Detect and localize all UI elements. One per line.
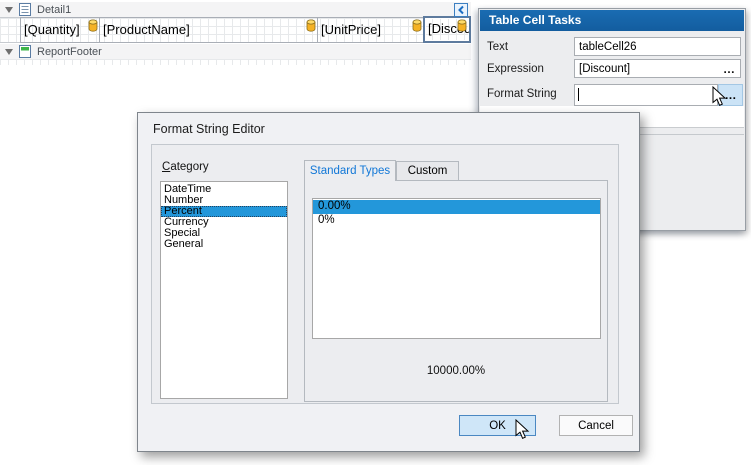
data-binding-icon[interactable] — [306, 19, 316, 32]
text-caret — [578, 88, 579, 101]
footer-band-surface — [0, 59, 471, 65]
category-label: Category — [162, 161, 209, 173]
data-binding-icon[interactable] — [412, 19, 422, 32]
cancel-button[interactable]: Cancel — [559, 415, 633, 436]
data-binding-icon[interactable] — [457, 19, 467, 32]
expression-field-input[interactable] — [574, 59, 741, 78]
chevron-left-icon — [457, 5, 465, 15]
footer-band-icon — [19, 45, 31, 58]
band-name-detail1: Detail1 — [37, 4, 71, 16]
category-label-rest: ategory — [170, 161, 208, 173]
band-name-reportfooter: ReportFooter — [37, 46, 102, 58]
detail-band-icon — [19, 3, 31, 16]
dialog-groupbox: Category DateTime Number Percent Currenc… — [151, 144, 619, 404]
ok-button[interactable]: OK — [459, 415, 536, 436]
table-cell-unitprice[interactable]: [UnitPrice] — [318, 17, 424, 43]
format-string-ellipsis-button[interactable]: … — [718, 84, 743, 106]
standard-types-tabpage: 0.00% 0% 10000.00% — [304, 180, 608, 402]
tab-custom[interactable]: Custom — [396, 161, 459, 181]
report-designer-screen: Detail1 [Quantity] [ProductName] [UnitPr… — [0, 0, 751, 465]
band-header-reportfooter[interactable]: ReportFooter — [0, 44, 471, 59]
category-listbox[interactable]: DateTime Number Percent Currency Special… — [160, 181, 288, 399]
format-preview-text: 10000.00% — [305, 365, 607, 377]
format-type-listbox[interactable]: 0.00% 0% — [312, 198, 601, 339]
format-string-editor-dialog: Format String Editor Category DateTime N… — [137, 112, 640, 452]
panel-title: Table Cell Tasks — [480, 10, 744, 31]
format-type-item-selected[interactable]: 0.00% — [313, 200, 600, 214]
category-item-general[interactable]: General — [161, 239, 287, 250]
band-header-detail1[interactable]: Detail1 — [0, 2, 471, 17]
collapse-triangle-icon[interactable] — [5, 49, 13, 55]
text-field-label: Text — [487, 41, 508, 53]
table-cell-productname[interactable]: [ProductName] — [100, 17, 318, 43]
format-string-input[interactable] — [574, 84, 718, 106]
format-type-item[interactable]: 0% — [313, 214, 600, 228]
collapse-triangle-icon[interactable] — [5, 7, 13, 13]
smart-tag-collapse-button[interactable] — [454, 3, 468, 17]
tab-standard-types[interactable]: Standard Types — [304, 160, 396, 181]
expression-field-label: Expression — [487, 63, 544, 75]
format-string-field-label: Format String — [487, 88, 557, 100]
ellipsis-glyph: … — [725, 88, 737, 102]
data-binding-icon[interactable] — [88, 19, 98, 32]
expression-ellipsis-button[interactable]: … — [723, 62, 736, 76]
text-field-input[interactable] — [574, 37, 741, 56]
dialog-title: Format String Editor — [153, 122, 265, 136]
